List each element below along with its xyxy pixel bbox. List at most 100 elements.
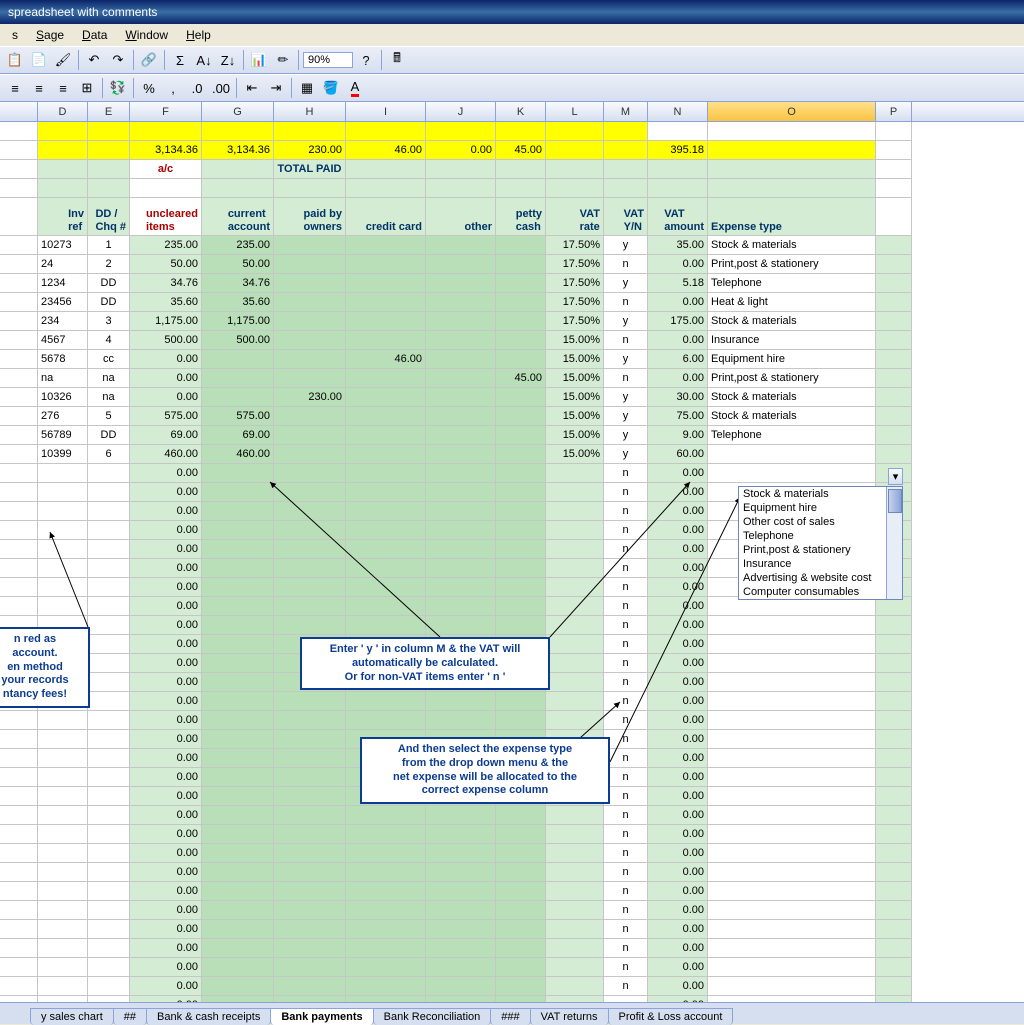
chq[interactable]: 4 bbox=[88, 331, 130, 350]
cell[interactable] bbox=[546, 578, 604, 597]
cell[interactable] bbox=[88, 882, 130, 901]
dropdown-option[interactable]: Other cost of sales bbox=[739, 515, 902, 529]
inv-ref[interactable]: 1234 bbox=[38, 274, 88, 293]
cell[interactable] bbox=[546, 122, 604, 141]
cell[interactable] bbox=[546, 692, 604, 711]
other[interactable] bbox=[426, 331, 496, 350]
petty[interactable] bbox=[496, 255, 546, 274]
cell[interactable] bbox=[0, 407, 38, 426]
cell[interactable] bbox=[0, 844, 38, 863]
cell[interactable] bbox=[876, 369, 912, 388]
cell[interactable] bbox=[426, 597, 496, 616]
cell[interactable] bbox=[202, 540, 274, 559]
cell[interactable] bbox=[0, 236, 38, 255]
cell[interactable] bbox=[496, 882, 546, 901]
cell[interactable] bbox=[38, 160, 88, 179]
cell[interactable] bbox=[876, 255, 912, 274]
undo-icon[interactable]: ↶ bbox=[83, 49, 105, 71]
current[interactable]: 460.00 bbox=[202, 445, 274, 464]
cell[interactable] bbox=[708, 844, 876, 863]
cell[interactable] bbox=[0, 996, 38, 1002]
cell[interactable] bbox=[88, 901, 130, 920]
cell[interactable] bbox=[202, 977, 274, 996]
other[interactable] bbox=[426, 293, 496, 312]
cell[interactable] bbox=[496, 179, 546, 198]
cell[interactable] bbox=[876, 730, 912, 749]
borders-icon[interactable]: ▦ bbox=[296, 77, 318, 99]
cell[interactable]: 0.00 bbox=[130, 635, 202, 654]
cell[interactable]: 0.00 bbox=[648, 787, 708, 806]
chq[interactable]: 3 bbox=[88, 312, 130, 331]
cell[interactable] bbox=[38, 521, 88, 540]
copy-icon[interactable]: 📋 bbox=[4, 49, 26, 71]
cell[interactable] bbox=[274, 977, 346, 996]
cell[interactable] bbox=[202, 464, 274, 483]
credit[interactable] bbox=[346, 407, 426, 426]
cell[interactable]: 0.00 bbox=[130, 977, 202, 996]
cell[interactable] bbox=[202, 635, 274, 654]
cell[interactable] bbox=[0, 901, 38, 920]
cell[interactable] bbox=[38, 179, 88, 198]
cell[interactable] bbox=[426, 559, 496, 578]
cell[interactable] bbox=[274, 787, 346, 806]
other[interactable] bbox=[426, 369, 496, 388]
cell[interactable] bbox=[426, 464, 496, 483]
cell[interactable] bbox=[88, 844, 130, 863]
vatamt[interactable]: 5.18 bbox=[648, 274, 708, 293]
paidby[interactable] bbox=[274, 274, 346, 293]
cell[interactable] bbox=[876, 122, 912, 141]
dropdown-option[interactable]: Print,post & stationery bbox=[739, 543, 902, 557]
cell[interactable] bbox=[202, 901, 274, 920]
cell[interactable] bbox=[426, 977, 496, 996]
cell[interactable]: 0.00 bbox=[130, 502, 202, 521]
cell[interactable]: n bbox=[604, 825, 648, 844]
cell[interactable] bbox=[202, 844, 274, 863]
current[interactable]: 575.00 bbox=[202, 407, 274, 426]
other[interactable] bbox=[426, 236, 496, 255]
cell[interactable] bbox=[88, 958, 130, 977]
cell[interactable]: 0.00 bbox=[648, 825, 708, 844]
cell[interactable] bbox=[88, 160, 130, 179]
cell[interactable] bbox=[546, 597, 604, 616]
vatamt[interactable]: 60.00 bbox=[648, 445, 708, 464]
cell[interactable] bbox=[708, 635, 876, 654]
paidby[interactable] bbox=[274, 236, 346, 255]
cell[interactable] bbox=[708, 141, 876, 160]
cell[interactable]: 0.00 bbox=[648, 616, 708, 635]
current[interactable]: 500.00 bbox=[202, 331, 274, 350]
cell[interactable] bbox=[876, 901, 912, 920]
cell[interactable] bbox=[876, 958, 912, 977]
inv-ref[interactable]: 4567 bbox=[38, 331, 88, 350]
uncleared[interactable]: 460.00 bbox=[130, 445, 202, 464]
help-icon[interactable]: ? bbox=[355, 49, 377, 71]
menu-data[interactable]: Data bbox=[74, 26, 115, 44]
cell[interactable] bbox=[496, 920, 546, 939]
vatamt[interactable]: 0.00 bbox=[648, 255, 708, 274]
cell[interactable] bbox=[274, 597, 346, 616]
cell[interactable] bbox=[38, 882, 88, 901]
cell[interactable] bbox=[708, 996, 876, 1002]
col-header-I[interactable]: I bbox=[346, 102, 426, 121]
cell[interactable]: 0.00 bbox=[130, 464, 202, 483]
cell[interactable] bbox=[274, 996, 346, 1002]
cell[interactable]: n bbox=[604, 939, 648, 958]
cell[interactable] bbox=[546, 635, 604, 654]
other[interactable] bbox=[426, 388, 496, 407]
dropdown-button[interactable]: ▾ bbox=[888, 468, 903, 485]
cell[interactable]: 0.00 bbox=[648, 844, 708, 863]
cell[interactable] bbox=[496, 863, 546, 882]
cell[interactable] bbox=[708, 160, 876, 179]
hdr-total-paid[interactable]: TOTAL PAID bbox=[274, 160, 346, 179]
vatrate[interactable]: 15.00% bbox=[546, 388, 604, 407]
cell[interactable] bbox=[202, 806, 274, 825]
vatyn[interactable]: y bbox=[604, 274, 648, 293]
cell[interactable] bbox=[346, 597, 426, 616]
cell[interactable] bbox=[0, 806, 38, 825]
cell[interactable] bbox=[346, 958, 426, 977]
cell[interactable] bbox=[346, 692, 426, 711]
vatamt[interactable]: 6.00 bbox=[648, 350, 708, 369]
cell[interactable]: 0.00 bbox=[648, 901, 708, 920]
vatamt[interactable]: 75.00 bbox=[648, 407, 708, 426]
cell[interactable] bbox=[546, 901, 604, 920]
cell[interactable]: n bbox=[604, 768, 648, 787]
